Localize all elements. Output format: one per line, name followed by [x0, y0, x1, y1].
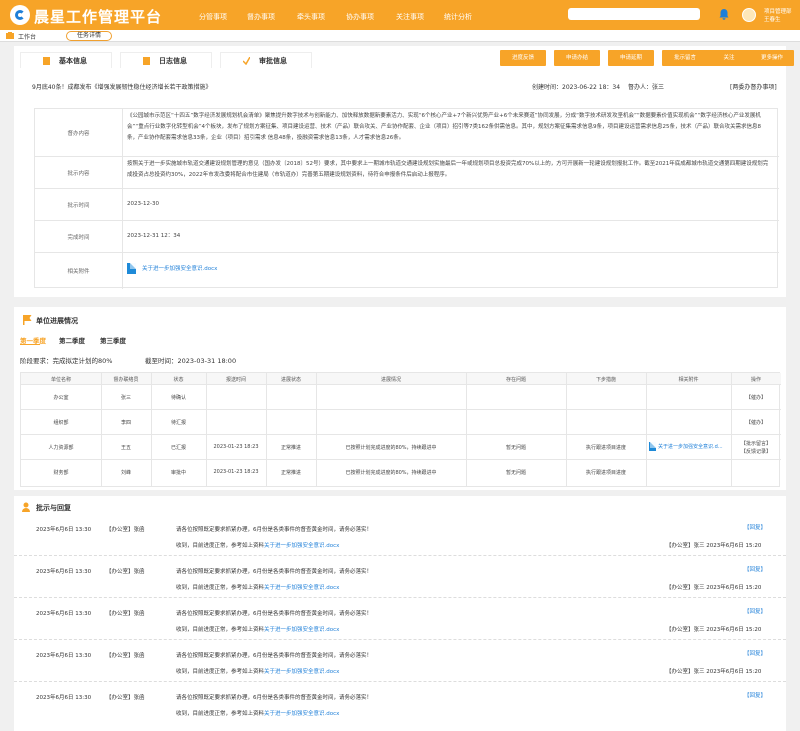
comment-item: 2023年6月6日 13:30 【办公室】张函 请各位按照既定要求抓紧办理，6月… — [14, 556, 786, 598]
detail-row: 督办内容 《公园城市示范区“十四五”数字经济发展规划机会清单》聚焦提升数字技术与… — [35, 109, 779, 157]
list-icon — [143, 57, 150, 65]
detail-row: 相关附件 关于进一步加强安全意识.docx — [35, 253, 779, 289]
active-tab-indicator — [20, 344, 40, 345]
detail-table: 督办内容 《公园城市示范区“十四五”数字经济发展规划机会清单》聚焦提升数字技术与… — [34, 108, 779, 289]
home-icon — [6, 32, 14, 39]
user-comment-icon — [22, 502, 30, 512]
remind-button[interactable]: 【催办】 — [731, 394, 781, 401]
detail-row: 批示内容 按照关于进一步实施城市轨道交通建设规划管理的意见（国办发〔2018〕5… — [35, 157, 779, 189]
progress-feedback-button[interactable]: 进度反馈 — [500, 50, 546, 66]
unit-progress-card: 单位进展情况 第一季度 第二季度 第三季度 阶段要求：完成拟定计划的80% 截至… — [14, 307, 786, 490]
table-row: 组织部 李四 待汇报 【催办】 — [21, 410, 781, 435]
attachment-link[interactable]: 关于进一步加强安全意识.d... — [658, 444, 723, 450]
nav-item-follow[interactable]: 关注事项 — [396, 12, 424, 22]
attachment-link[interactable]: 关于进一步加强安全意识.docx — [142, 266, 217, 272]
stage-requirement: 阶段要求：完成拟定计划的80% — [20, 357, 113, 365]
tab-bar: 工作台 任务详情 — [0, 30, 800, 42]
document-icon — [43, 57, 50, 65]
tab-log-info[interactable]: 日志信息 — [120, 52, 212, 68]
nav-item-managed[interactable]: 分管事项 — [199, 12, 227, 22]
more-actions-button[interactable]: 更多操作 — [750, 50, 794, 66]
tab-q3[interactable]: 第三季度 — [100, 335, 126, 345]
apply-complete-button[interactable]: 申请办结 — [554, 50, 600, 66]
tab-q2[interactable]: 第二季度 — [59, 335, 85, 345]
created-time: 创建时间：2023-06-22 18：34 — [532, 84, 621, 91]
comment-button[interactable]: 批示留言 — [662, 50, 708, 66]
unit-table: 单位名称 督办联络员 状态 报送时间 进展状态 进展情况 存在问题 下步措施 相… — [20, 372, 781, 487]
tab-approval-info[interactable]: 审批信息 — [220, 52, 312, 68]
apply-extension-button[interactable]: 申请延期 — [608, 50, 654, 66]
tab-task-detail[interactable]: 任务详情 — [66, 31, 112, 41]
reply-button[interactable]: 【回复】 — [744, 649, 766, 657]
tab-basic-info[interactable]: 基本信息 — [20, 52, 112, 68]
reply-button[interactable]: 【回复】 — [744, 607, 766, 615]
nav-item-supervise[interactable]: 督办事项 — [247, 12, 275, 22]
back-link[interactable]: [两委办督办事项] — [730, 82, 777, 91]
word-doc-icon — [127, 263, 136, 274]
top-bar: 晨星工作管理平台 分管事项 督办事项 牵头事项 协办事项 关注事项 统计分析 项… — [0, 0, 800, 30]
bell-icon[interactable] — [718, 8, 730, 20]
reply-button[interactable]: 【回复】 — [744, 523, 766, 531]
detail-row: 完成时间 2023-12-31 12：34 — [35, 221, 779, 253]
comment-item: 2023年6月6日 13:30 【办公室】张函 请各位按照既定要求抓紧办理，6月… — [14, 514, 786, 556]
word-doc-icon — [649, 442, 656, 451]
follow-button[interactable]: 关注 — [706, 50, 752, 66]
flag-icon — [23, 315, 32, 325]
user-dept: 项目管理部 — [764, 9, 792, 15]
tab-home[interactable]: 工作台 — [18, 32, 36, 41]
stage-deadline: 截至时间：2023-03-31 18:00 — [145, 357, 237, 365]
attachment-link[interactable]: 关于进一步加强安全意识.docx — [264, 667, 339, 675]
check-icon — [243, 57, 250, 65]
comment-item: 2023年6月6日 13:30 【办公室】张函 请各位按照既定要求抓紧办理，6月… — [14, 640, 786, 682]
nav-item-stats[interactable]: 统计分析 — [444, 12, 472, 22]
comment-item: 2023年6月6日 13:30 【办公室】张函 请各位按照既定要求抓紧办理，6月… — [36, 691, 766, 717]
avatar[interactable] — [742, 8, 756, 22]
table-row: 财务部 刘峰 审批中 2023-01-23 18:23 正常推进 已按照计划完成… — [53, 469, 626, 476]
nav-item-assist[interactable]: 协办事项 — [346, 12, 374, 22]
comments-card: 批示与回复 2023年6月6日 13:30 【办公室】张函 请各位按照既定要求抓… — [14, 496, 786, 731]
reply-button[interactable]: 【回复】 — [744, 691, 766, 699]
info-card: 基本信息 日志信息 审批信息 进度反馈 申请办结 申请延期 批示留言 关注 更多… — [14, 46, 794, 297]
table-header: 单位名称 督办联络员 状态 报送时间 进展状态 进展情况 存在问题 下步措施 相… — [21, 373, 781, 385]
supervisor: 督办人：张三 — [628, 84, 665, 91]
page-title: 9月底40条！成都发布《增强发展韧性稳住经济增长若干政策措施》 — [32, 84, 212, 91]
attachment-link[interactable]: 关于进一步加强安全意识.docx — [264, 541, 339, 549]
user-name: 王春生 — [764, 17, 781, 23]
table-row: 办公室 张三 待确认 【催办】 — [21, 385, 781, 410]
comment-item: 2023年6月6日 13:30 【办公室】张函 请各位按照既定要求抓紧办理，6月… — [14, 598, 786, 640]
comment-link[interactable]: 【批示留言】 — [731, 440, 781, 447]
attachment-link[interactable]: 关于进一步加强安全意识.docx — [264, 583, 339, 591]
reply-button[interactable]: 【回复】 — [744, 565, 766, 573]
nav-item-lead[interactable]: 牵头事项 — [297, 12, 325, 22]
detail-row: 批示时间 2023-12-30 — [35, 189, 779, 221]
attachment-link[interactable]: 关于进一步加强安全意识.docx — [264, 709, 339, 717]
attachment-link[interactable]: 关于进一步加强安全意识.docx — [264, 625, 339, 633]
app-logo-icon — [10, 5, 30, 25]
feedback-record-link[interactable]: 【反馈记录】 — [731, 448, 781, 455]
comments-section-title: 批示与回复 — [36, 504, 71, 512]
remind-button[interactable]: 【催办】 — [731, 419, 781, 426]
app-title: 晨星工作管理平台 — [34, 8, 163, 26]
table-row: 人力资源部 王五 已汇报 2023-01-23 18:23 正常推进 已按照计划… — [21, 435, 781, 460]
unit-section-title: 单位进展情况 — [36, 317, 78, 325]
search-input[interactable] — [568, 8, 700, 20]
